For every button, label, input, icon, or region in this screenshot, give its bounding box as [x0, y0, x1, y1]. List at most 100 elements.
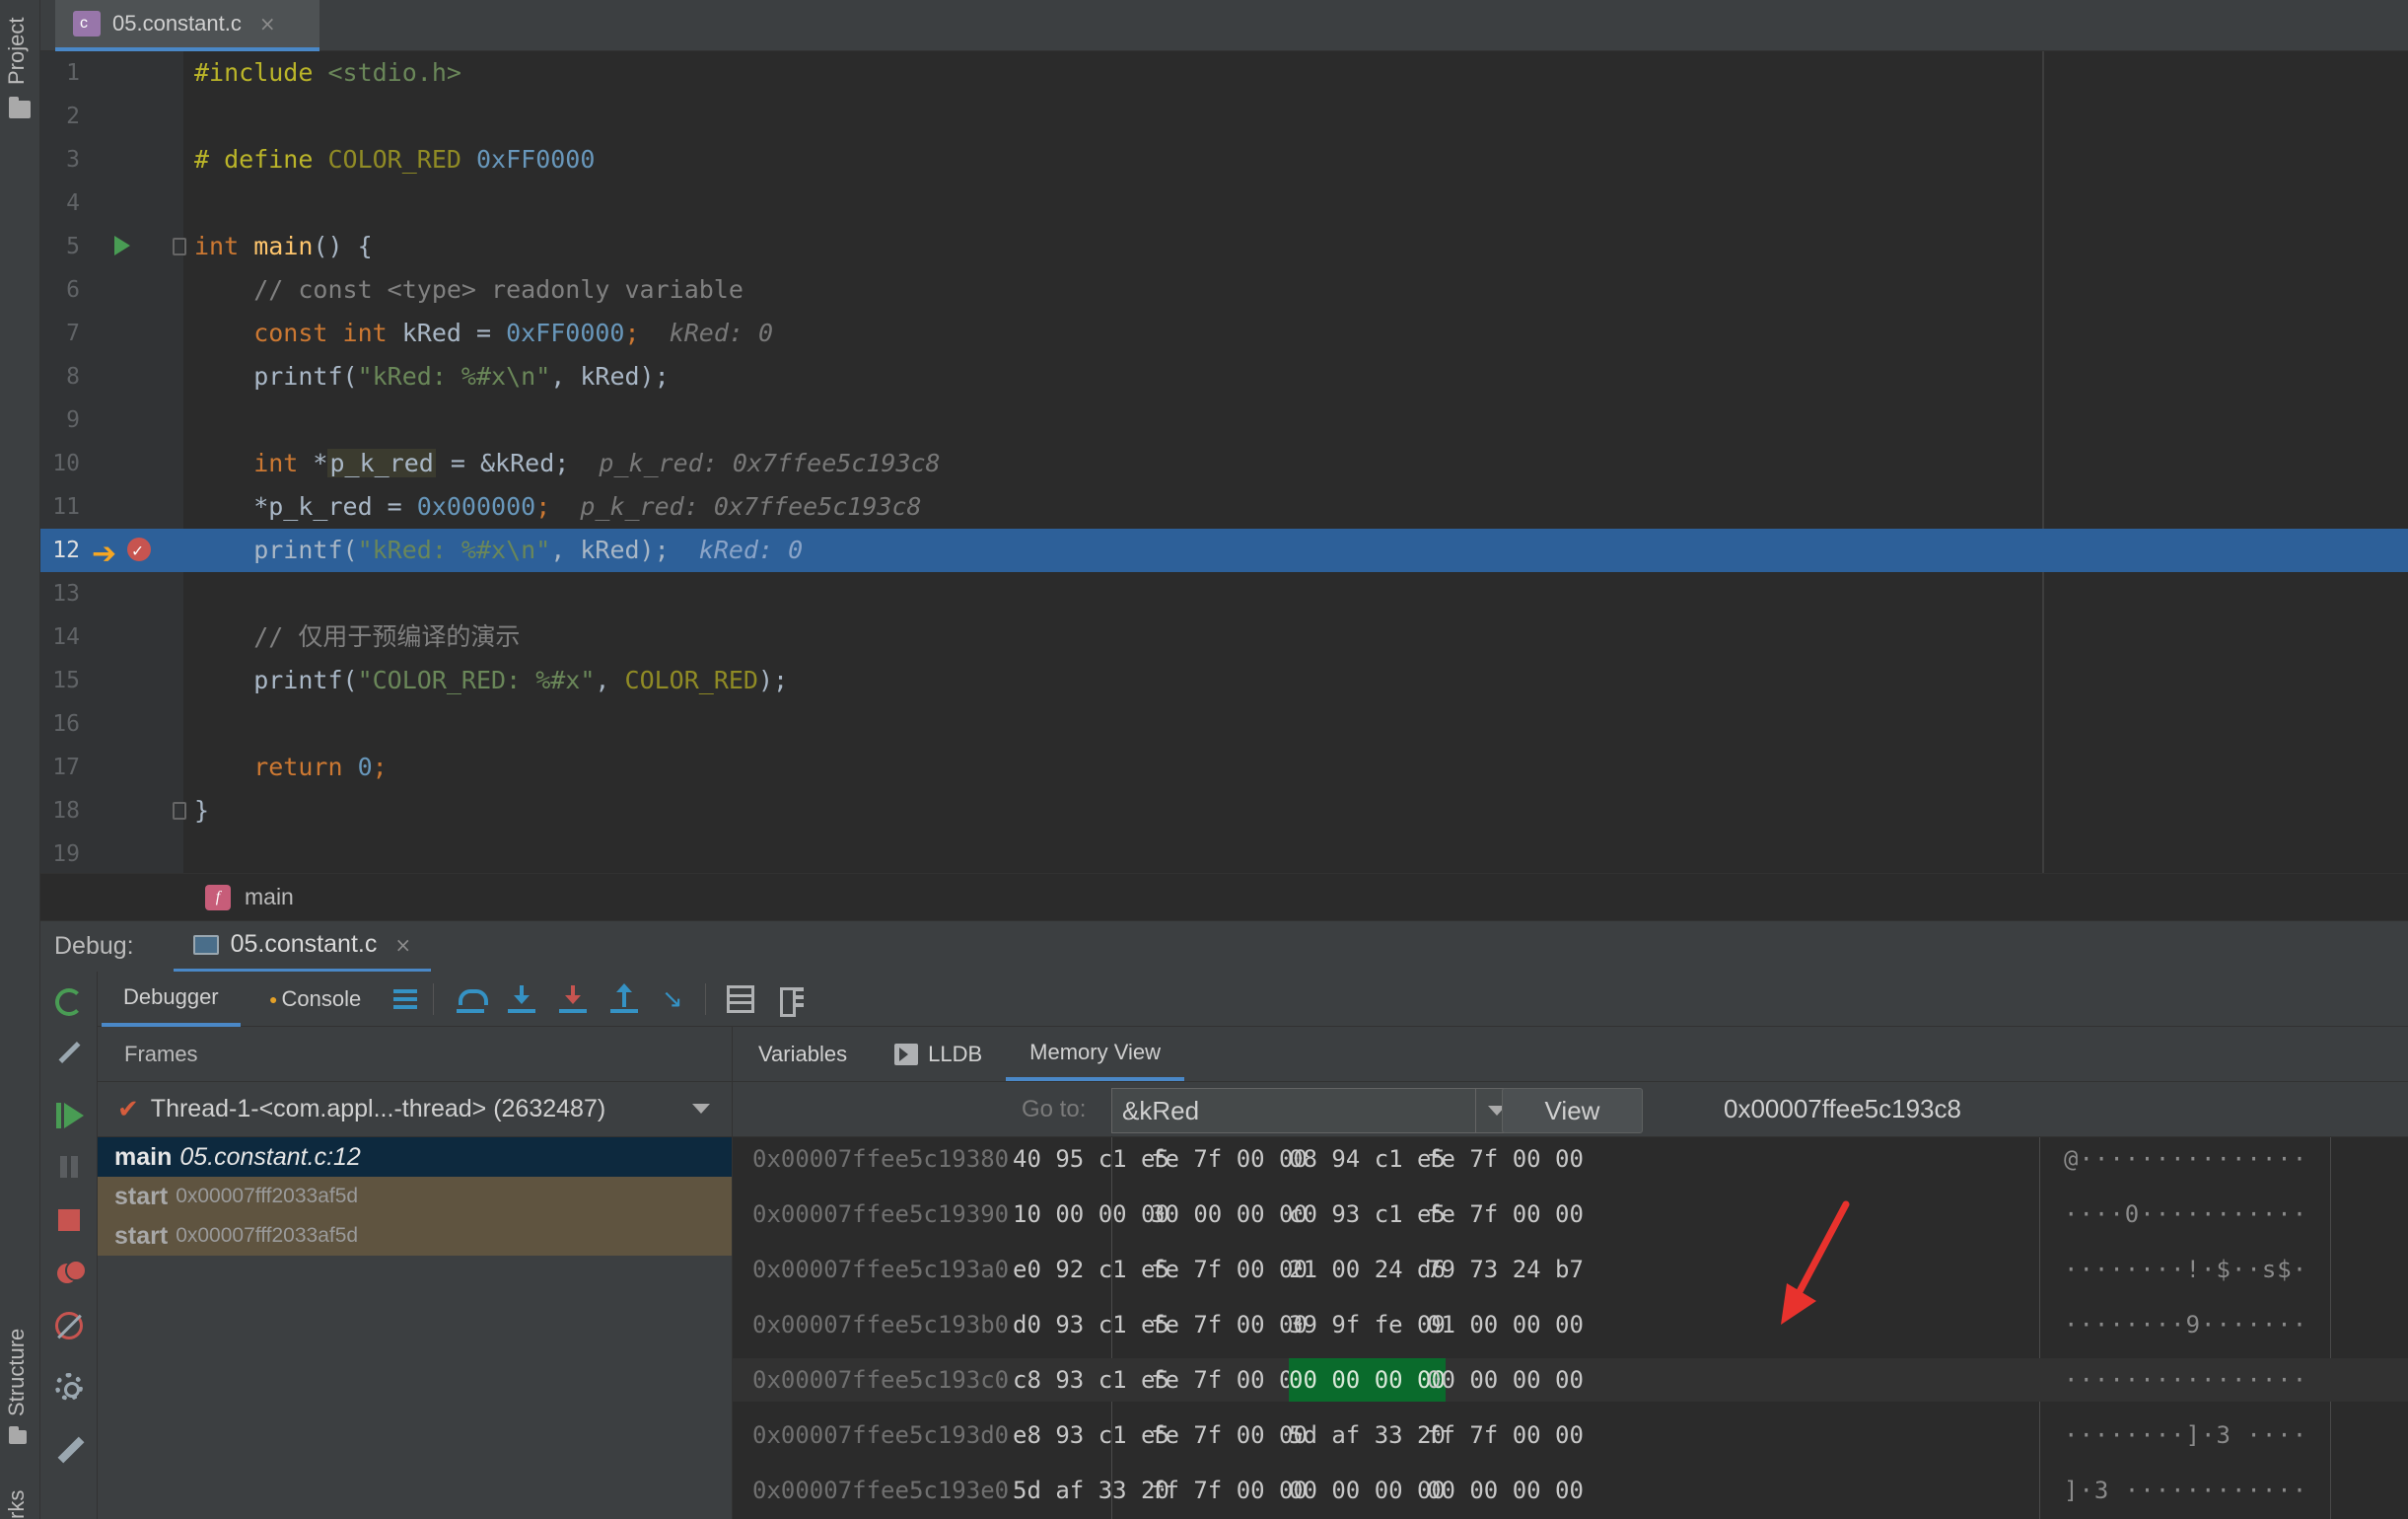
code-line[interactable]: 18 }	[40, 789, 2408, 832]
code-editor[interactable]: 1 #include <stdio.h> 2 3 # define COLOR_…	[40, 51, 2408, 873]
close-session-icon[interactable]: ×	[394, 933, 411, 957]
memory-row[interactable]: 0x00007ffee5c193d0 e8 93 c1 e5 fe 7f 00 00…	[733, 1413, 2408, 1457]
memory-bytes[interactable]: fe 7f 00 00	[1151, 1137, 1308, 1181]
code-line[interactable]: 1 #include <stdio.h>	[40, 51, 2408, 95]
tab-variables[interactable]: Variables	[733, 1027, 871, 1081]
view-button[interactable]: View	[1502, 1088, 1643, 1133]
memory-row[interactable]: 0x00007ffee5c19390 10 00 00 00 30 00 00 00…	[733, 1193, 2408, 1236]
memory-row[interactable]: 0x00007ffee5c193c0 c8 93 c1 e5 fe 7f 00 00…	[733, 1358, 2408, 1402]
debug-session-tab[interactable]: 05.constant.c ×	[173, 921, 432, 973]
current-execution-line[interactable]: 12 ➔ printf("kRed: %#x\n", kRed); kRed: …	[40, 529, 2408, 573]
memory-bytes[interactable]: 5d af 33 20	[1289, 1413, 1446, 1457]
goto-address-input[interactable]	[1112, 1089, 1434, 1132]
pin-icon[interactable]	[55, 1435, 83, 1463]
memory-bytes[interactable]: 5d af 33 20	[1013, 1469, 1169, 1512]
code-line[interactable]: 16	[40, 702, 2408, 746]
chevron-down-icon[interactable]	[692, 1104, 710, 1114]
rerun-icon[interactable]	[55, 988, 83, 1016]
memory-bytes[interactable]: fe 7f 00 00	[1427, 1193, 1584, 1236]
memory-row[interactable]: 0x00007ffee5c193a0 e0 92 c1 e5 fe 7f 00 00…	[733, 1248, 2408, 1291]
code-line[interactable]: 13	[40, 572, 2408, 615]
frame-item[interactable]: start 0x00007fff2033af5d	[98, 1177, 732, 1216]
goto-address-combo[interactable]	[1111, 1088, 1518, 1133]
code-line[interactable]: 9	[40, 398, 2408, 442]
memory-bytes[interactable]: fe 7f 00 00	[1427, 1137, 1584, 1181]
code-line[interactable]: 3 # define COLOR_RED 0xFF0000	[40, 138, 2408, 181]
memory-row[interactable]: 0x00007ffee5c193b0 d0 93 c1 e5 fe 7f 00 00…	[733, 1303, 2408, 1346]
code-line[interactable]: 11 *p_k_red = 0x000000; p_k_red: 0x7ffee…	[40, 485, 2408, 529]
code-line[interactable]: 19	[40, 832, 2408, 876]
fold-marker-icon[interactable]	[173, 802, 186, 820]
project-tool-tab[interactable]: Project	[4, 18, 30, 85]
memory-bytes[interactable]: 40 95 c1 e5	[1013, 1137, 1169, 1181]
code-line[interactable]: 14 // 仅用于预编译的演示	[40, 615, 2408, 659]
memory-bytes[interactable]: 00 00 00 00	[1427, 1358, 1584, 1402]
code-line[interactable]: 2	[40, 95, 2408, 138]
code-line[interactable]: 8 printf("kRed: %#x\n", kRed);	[40, 355, 2408, 398]
memory-bytes[interactable]: d0 93 c1 e5	[1013, 1303, 1169, 1346]
memory-bytes[interactable]: 21 00 24 d6	[1289, 1248, 1446, 1291]
pause-icon[interactable]	[55, 1154, 83, 1182]
step-out-icon[interactable]	[610, 983, 638, 1013]
step-into-icon[interactable]	[508, 985, 535, 1013]
folder-icon[interactable]	[9, 97, 31, 118]
memory-row[interactable]: 0x00007ffee5c193e0 5d af 33 20 ff 7f 00 00…	[733, 1469, 2408, 1512]
tab-memory-view[interactable]: Memory View	[1006, 1027, 1184, 1081]
gear-icon[interactable]	[55, 1373, 83, 1401]
memory-bytes[interactable]: 79 73 24 b7	[1427, 1248, 1584, 1291]
memory-bytes[interactable]: fe 7f 00 00	[1151, 1248, 1308, 1291]
memory-bytes[interactable]: 00 00 00 00	[1289, 1469, 1446, 1512]
code-line[interactable]: 17 return 0;	[40, 746, 2408, 789]
tab-lldb[interactable]: LLDB	[871, 1027, 1006, 1081]
code-line[interactable]: 15 printf("COLOR_RED: %#x", COLOR_RED);	[40, 659, 2408, 702]
show-execution-point-icon[interactable]	[391, 985, 419, 1013]
bookmarks-tool-tab[interactable]: rks	[4, 1487, 30, 1519]
frame-item[interactable]: start 0x00007fff2033af5d	[98, 1216, 732, 1256]
editor-tab-constant-c[interactable]: c 05.constant.c ×	[55, 0, 319, 51]
memory-bytes[interactable]: 00 00 00 00	[1427, 1469, 1584, 1512]
frame-item[interactable]: main 05.constant.c:12	[98, 1137, 732, 1177]
resume-program-icon[interactable]	[56, 1103, 84, 1128]
tab-console[interactable]: ● Console	[263, 972, 367, 1027]
close-tab-icon[interactable]: ×	[259, 12, 276, 36]
view-breakpoints-icon[interactable]	[55, 1260, 87, 1287]
code-line[interactable]: 7 const int kRed = 0xFF0000; kRed: 0	[40, 312, 2408, 355]
step-over-icon[interactable]	[457, 985, 488, 1013]
memory-bytes[interactable]: 08 94 c1 e5	[1289, 1137, 1446, 1181]
structure-icon[interactable]	[9, 1426, 27, 1444]
tab-debugger[interactable]: Debugger	[102, 972, 241, 1027]
memory-bytes[interactable]: fe 7f 00 00	[1151, 1303, 1308, 1346]
memory-bytes[interactable]: e8 93 c1 e5	[1013, 1413, 1169, 1457]
memory-bytes[interactable]: fe 7f 00 00	[1151, 1413, 1308, 1457]
memory-bytes[interactable]: c0 93 c1 e5	[1289, 1193, 1446, 1236]
fold-marker-icon[interactable]	[173, 238, 186, 255]
stop-icon[interactable]	[58, 1209, 80, 1231]
code-line[interactable]: 4	[40, 181, 2408, 225]
memory-row[interactable]: 0x00007ffee5c19380 40 95 c1 e5 fe 7f 00 00…	[733, 1137, 2408, 1181]
evaluate-expression-icon[interactable]	[727, 985, 754, 1013]
memory-bytes[interactable]: c8 93 c1 e5	[1013, 1358, 1169, 1402]
memory-dump[interactable]: 0x00007ffee5c19380 40 95 c1 e5 fe 7f 00 00…	[733, 1137, 2408, 1519]
run-to-cursor-icon[interactable]: ↘	[662, 985, 689, 1013]
memory-bytes[interactable]: e0 92 c1 e5	[1013, 1248, 1169, 1291]
changed-bytes[interactable]: 00 00 00 00	[1289, 1358, 1446, 1402]
memory-bytes[interactable]: ff 7f 00 00	[1151, 1469, 1308, 1512]
mute-breakpoints-icon[interactable]	[55, 1312, 83, 1339]
memory-bytes[interactable]: 30 00 00 00	[1151, 1193, 1308, 1236]
breakpoint-icon[interactable]	[127, 530, 151, 573]
memory-bytes[interactable]: 39 9f fe 09	[1289, 1303, 1446, 1346]
memory-bytes[interactable]: fe 7f 00 00	[1151, 1358, 1308, 1402]
code-line[interactable]: 5 int main() {	[40, 225, 2408, 268]
memory-bytes[interactable]: 01 00 00 00	[1427, 1303, 1584, 1346]
code-line[interactable]: 10 int *p_k_red = &kRed; p_k_red: 0x7ffe…	[40, 442, 2408, 485]
code-line[interactable]: 6 // const <type> readonly variable	[40, 268, 2408, 312]
thread-selector[interactable]: ✔ Thread-1-<com.appl...-thread> (2632487…	[98, 1082, 732, 1137]
structure-tool-tab[interactable]: Structure	[4, 1329, 30, 1416]
memory-bytes[interactable]: 10 00 00 00	[1013, 1193, 1169, 1236]
memory-bytes[interactable]: ff 7f 00 00	[1427, 1413, 1584, 1457]
run-main-icon[interactable]	[114, 236, 130, 255]
breadcrumb-item-main[interactable]: main	[245, 884, 294, 910]
settings-wrench-icon[interactable]	[55, 1038, 83, 1065]
layout-icon[interactable]	[778, 985, 806, 1017]
force-step-into-icon[interactable]	[559, 985, 587, 1013]
